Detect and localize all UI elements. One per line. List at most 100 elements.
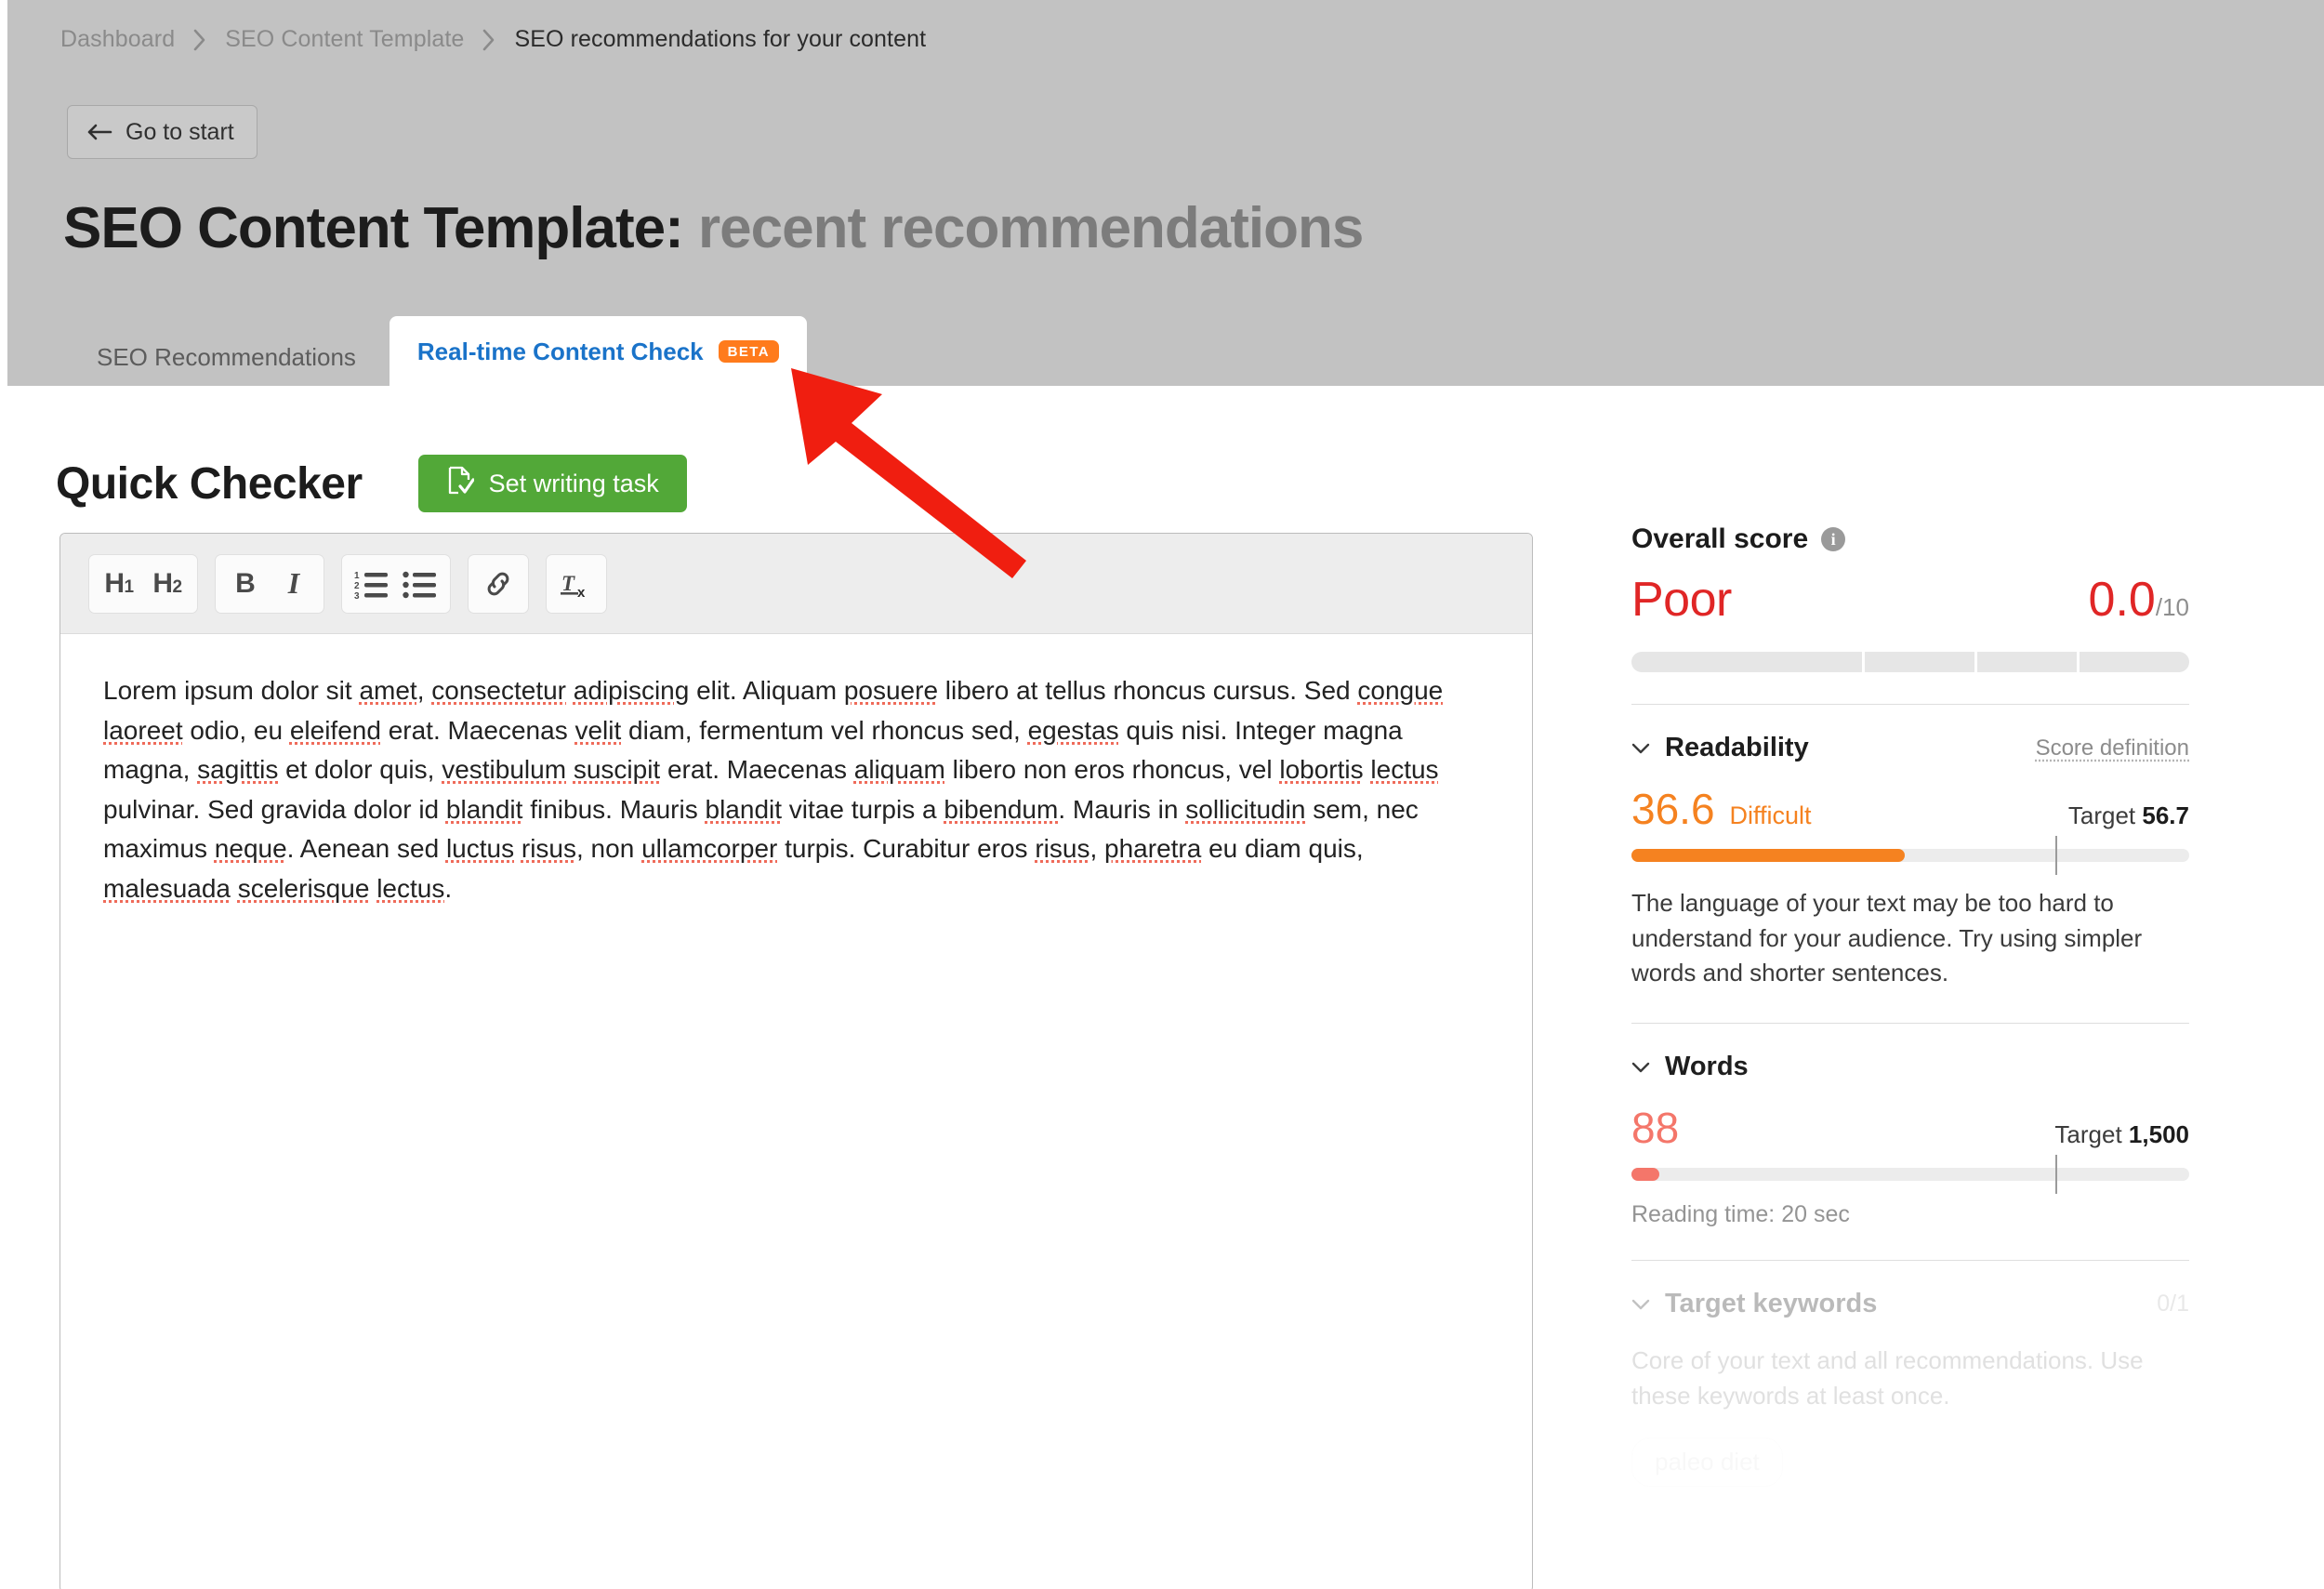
overall-score-denominator: /10: [2155, 593, 2189, 621]
page-title-muted: recent recommendations: [698, 196, 1364, 260]
breadcrumb: Dashboard SEO Content Template SEO recom…: [60, 26, 926, 53]
content-editor-panel: H1 H2 B I 1 2 3 T x Lorem ipsum dolor si…: [59, 533, 1533, 1589]
breadcrumb-item-dashboard[interactable]: Dashboard: [60, 26, 175, 53]
readability-label: Difficult: [1729, 801, 1812, 829]
tab-real-time-content-check[interactable]: Real-time Content Check BETA: [389, 316, 807, 387]
toolbar-group-text-style: B I: [215, 553, 324, 614]
target-keywords-header[interactable]: Target keywords 0/1: [1631, 1289, 2189, 1319]
words-target-prefix: Target: [2054, 1120, 2122, 1149]
words-target-marker: [2055, 1155, 2057, 1195]
svg-text:T: T: [561, 572, 575, 595]
overall-score-section: Overall score i Poor 0.0/10: [1631, 523, 2189, 705]
readability-progress-fill: [1631, 849, 1905, 862]
page-title: SEO Content Template: recent recommendat…: [63, 195, 1364, 261]
divider: [1631, 1023, 2189, 1025]
quick-checker-title: Quick Checker: [56, 458, 363, 509]
svg-text:1: 1: [354, 571, 360, 581]
words-section: Words 88 Target 1,500 Reading time: 20 s…: [1631, 1052, 2189, 1262]
words-value: 88: [1631, 1104, 1680, 1153]
quick-checker-header: Quick Checker Set writing task: [56, 455, 687, 512]
info-icon[interactable]: i: [1821, 527, 1846, 551]
readability-target-prefix: Target: [2067, 801, 2136, 829]
svg-text:3: 3: [354, 591, 360, 599]
bold-button[interactable]: B: [221, 558, 270, 610]
link-icon[interactable]: [474, 558, 522, 610]
document-check-icon: [446, 466, 475, 502]
words-target-value: 1,500: [2128, 1120, 2189, 1149]
readability-metric-row: 36.6 Difficult Target 56.7: [1631, 784, 2189, 834]
main-content: Quick Checker Set writing task H1 H 2 B …: [0, 386, 2324, 1589]
words-header[interactable]: Words: [1631, 1052, 2189, 1082]
tab-bar: SEO Recommendations Real-time Content Ch…: [63, 316, 807, 387]
target-keywords-description: Core of your text and all recommendation…: [1631, 1346, 2144, 1410]
readability-section: Readability Score definition 36.6 Diffic…: [1631, 733, 2189, 1025]
overall-score-value: 0.0: [2088, 573, 2156, 627]
svg-text:2: 2: [354, 581, 360, 591]
words-target: Target 1,500: [2054, 1120, 2189, 1149]
beta-badge: BETA: [718, 340, 779, 363]
divider: [1631, 704, 2189, 705]
heading-1-button[interactable]: H1: [95, 558, 143, 610]
overall-score-title: Overall score: [1631, 523, 1809, 554]
divider: [1631, 1260, 2189, 1262]
score-segment: [1977, 652, 2077, 672]
readability-progress-track: [1631, 836, 2189, 875]
go-to-start-label: Go to start: [125, 118, 234, 145]
chevron-right-icon-2: [482, 29, 495, 51]
chevron-down-icon[interactable]: [1631, 743, 1650, 754]
toolbar-group-link: [468, 553, 529, 614]
readability-target: Target 56.7: [2068, 801, 2189, 830]
score-segment: [1865, 652, 1975, 672]
target-keywords-title-wrap: Target keywords: [1631, 1289, 1877, 1319]
readability-title-wrap: Readability: [1631, 733, 1809, 763]
go-to-start-button[interactable]: Go to start: [67, 105, 257, 159]
words-progress-fill: [1631, 1168, 1659, 1182]
target-keywords-count: 0/1: [2157, 1291, 2189, 1318]
readability-value-wrap: 36.6 Difficult: [1631, 784, 1812, 834]
score-definition-link[interactable]: Score definition: [2036, 735, 2189, 761]
breadcrumb-item-seo-content-template[interactable]: SEO Content Template: [225, 26, 464, 53]
readability-header[interactable]: Readability Score definition: [1631, 733, 2189, 763]
words-progress-track: [1631, 1155, 2189, 1195]
page-header-band: Dashboard SEO Content Template SEO recom…: [7, 0, 2324, 387]
overall-score-row: Poor 0.0/10: [1631, 572, 2189, 628]
score-segment: [2079, 652, 2189, 672]
words-reading-time: Reading time: 20 sec: [1631, 1201, 1850, 1228]
italic-button[interactable]: I: [270, 558, 318, 610]
readability-title: Readability: [1665, 733, 1809, 762]
toolbar-group-clear-format: T x: [546, 553, 607, 614]
keyword-chip[interactable]: paleo diet: [1631, 1437, 1783, 1488]
chevron-down-icon[interactable]: [1631, 1299, 1650, 1310]
toolbar-group-headings: H1 H2: [88, 553, 198, 614]
tab-seo-recommendations[interactable]: SEO Recommendations: [63, 327, 390, 387]
words-title-wrap: Words: [1631, 1052, 1749, 1082]
page-title-main: SEO Content Template:: [63, 196, 684, 260]
arrow-left-icon: [86, 123, 112, 141]
tab-seo-recommendations-label: SEO Recommendations: [97, 342, 356, 371]
chevron-down-icon[interactable]: [1631, 1062, 1650, 1073]
score-sidebar: Overall score i Poor 0.0/10 Readability …: [1631, 523, 2189, 1488]
set-writing-task-button[interactable]: Set writing task: [417, 455, 687, 512]
clear-formatting-icon[interactable]: T x: [552, 558, 601, 610]
overall-score-rating: Poor: [1631, 573, 1732, 627]
target-keywords-chip-list: paleo diet: [1631, 1413, 2189, 1488]
heading-2-button[interactable]: H2: [143, 558, 191, 610]
overall-score-header: Overall score i: [1631, 523, 2189, 555]
breadcrumb-item-current: SEO recommendations for your content: [514, 26, 927, 52]
overall-score-segment-bar: [1631, 652, 2189, 672]
score-segment: [1631, 652, 1863, 672]
overall-score-value-wrap: 0.0/10: [2089, 572, 2189, 628]
editor-text-area[interactable]: Lorem ipsum dolor sit amet, consectetur …: [60, 634, 1532, 908]
bullet-list-icon[interactable]: [396, 558, 444, 610]
editor-toolbar: H1 H2 B I 1 2 3 T x: [60, 534, 1532, 634]
words-title: Words: [1665, 1052, 1749, 1082]
words-metric-row: 88 Target 1,500: [1631, 1103, 2189, 1153]
set-writing-task-label: Set writing task: [488, 469, 659, 497]
readability-target-marker: [2055, 836, 2057, 875]
readability-description: The language of your text may be too har…: [1631, 889, 2143, 987]
ordered-list-icon[interactable]: 1 2 3: [348, 558, 396, 610]
target-keywords-section: Target keywords 0/1 Core of your text an…: [1631, 1289, 2189, 1488]
toolbar-group-lists: 1 2 3: [341, 553, 451, 614]
readability-target-value: 56.7: [2142, 801, 2189, 829]
editor-paragraph: Lorem ipsum dolor sit amet, consectetur …: [103, 676, 1444, 903]
